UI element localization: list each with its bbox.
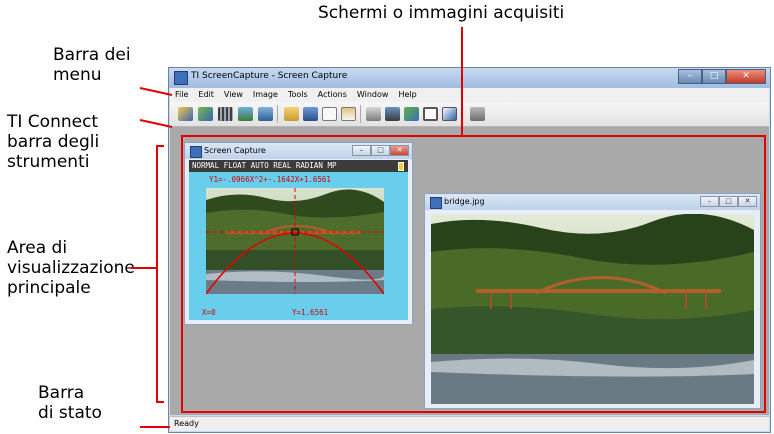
annotation-arrows [131,27,463,428]
